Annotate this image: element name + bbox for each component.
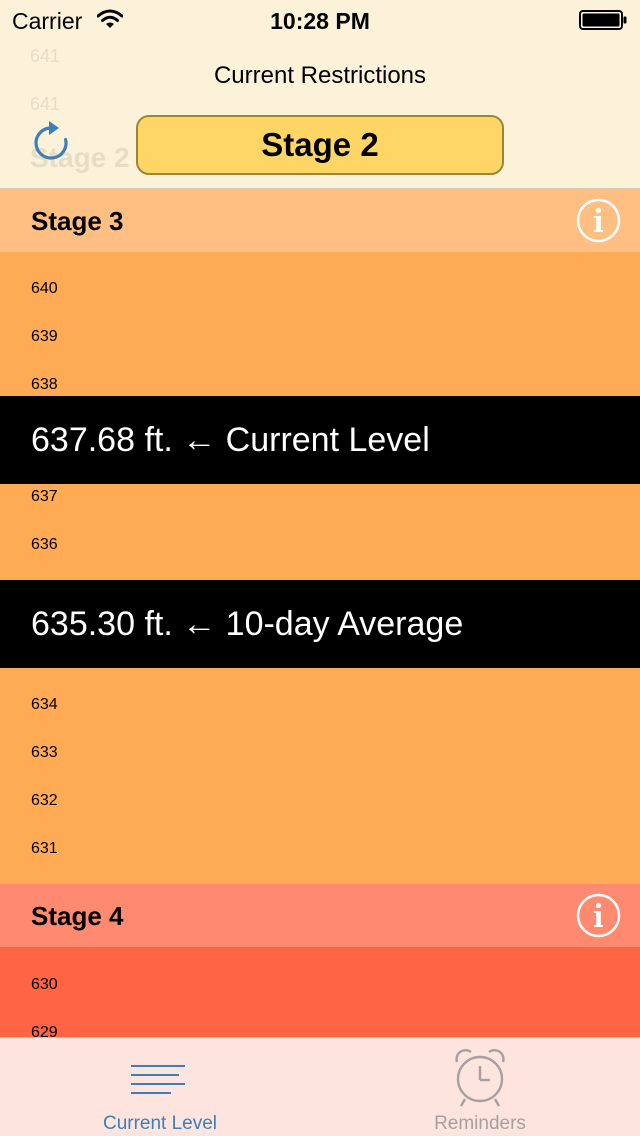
stage3-title: Stage 3 xyxy=(31,206,124,236)
level-tick: 631 xyxy=(31,840,58,857)
tab-label: Current Level xyxy=(102,1113,218,1134)
level-tick: 629 xyxy=(31,1024,58,1037)
level-tick: 634 xyxy=(31,696,58,713)
list-icon xyxy=(131,1065,185,1094)
current-level-marker: 637.68 ft. ← Current Level xyxy=(0,396,640,484)
stage4-header: Stage 4 xyxy=(0,884,640,947)
level-tick: 633 xyxy=(31,744,58,761)
stage4-title: Stage 4 xyxy=(31,901,124,931)
info-icon[interactable] xyxy=(576,893,621,938)
stage3-level-band: 640 639 638 637 636 634 633 632 631 xyxy=(0,252,640,884)
tab-current-level[interactable]: Current Level xyxy=(0,1038,320,1136)
level-tick: 636 xyxy=(31,536,58,553)
battery-icon xyxy=(579,10,627,30)
stage4-level-band: 630 629 xyxy=(0,947,640,1037)
page-title: Current Restrictions xyxy=(213,62,427,89)
scrolled-level-label: 641 xyxy=(30,94,61,114)
level-tick: 630 xyxy=(31,976,58,993)
tab-reminders[interactable]: Reminders xyxy=(320,1038,640,1136)
level-tick: 638 xyxy=(31,376,58,393)
stage3-header: Stage 3 xyxy=(0,189,640,252)
current-stage-button[interactable]: Stage 2 xyxy=(136,115,504,175)
navigation-bar: 641 641 Stage 2 Carrier 10:28 PM Current… xyxy=(0,0,640,189)
tab-bar: Current Level Reminders xyxy=(0,1037,640,1136)
status-bar: Carrier 10:28 PM xyxy=(0,0,640,40)
status-time: 10:28 PM xyxy=(270,8,370,34)
level-tick: 640 xyxy=(31,280,58,297)
alarm-clock-icon xyxy=(455,1049,505,1107)
level-tick: 637 xyxy=(31,488,58,505)
level-tick: 632 xyxy=(31,792,58,809)
refresh-icon[interactable] xyxy=(28,120,74,166)
tab-label: Reminders xyxy=(434,1113,526,1134)
info-icon[interactable] xyxy=(576,198,621,243)
ten-day-average-marker: 635.30 ft. ← 10-day Average xyxy=(0,580,640,668)
level-tick: 639 xyxy=(31,328,58,345)
